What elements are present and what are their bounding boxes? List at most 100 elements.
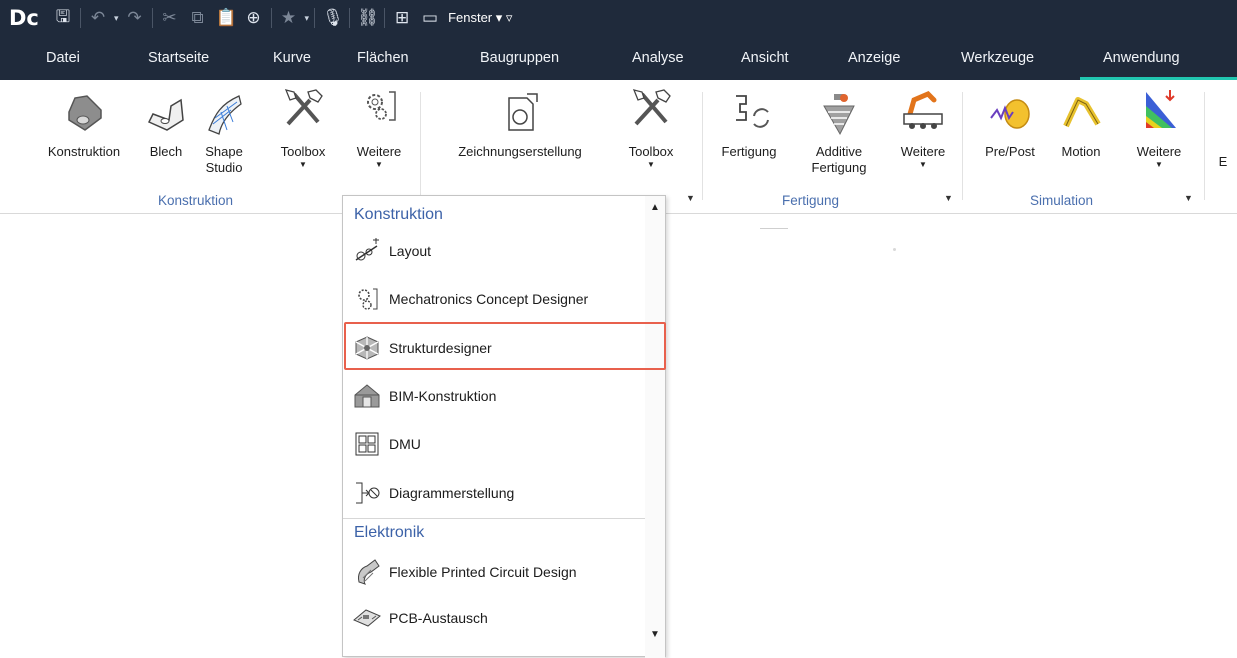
toolbox-drawing-dropdown-icon[interactable]: ▼ <box>620 160 682 170</box>
zeichnung-group-dropdown-icon[interactable]: ▼ <box>686 193 695 203</box>
dropdown-item-layout[interactable]: Layout <box>351 236 646 266</box>
copy-icon[interactable]: ⧉ <box>188 8 208 28</box>
toolbar-separator <box>314 8 316 28</box>
move-icon[interactable]: ⊕ <box>244 8 264 28</box>
prepost-icon <box>978 90 1042 144</box>
fullscreen-icon[interactable]: ▭ <box>420 8 440 28</box>
tab-analyse[interactable]: Analyse <box>632 29 684 73</box>
additive-manufacturing-icon <box>798 90 880 144</box>
window-icon[interactable]: ⊞ <box>392 8 412 28</box>
toolbar-separator <box>349 8 351 28</box>
redo-icon[interactable]: ↷ <box>125 8 145 28</box>
cut-off-button[interactable]: E <box>1216 154 1230 170</box>
toolbar-separator <box>80 8 81 28</box>
weitere-fertigung-dropdown-icon[interactable]: ▼ <box>892 160 954 170</box>
weitere-simulation-dropdown-icon[interactable]: ▼ <box>1128 160 1190 170</box>
tab-startseite[interactable]: Startseite <box>148 29 209 73</box>
dropdown-item-dmu[interactable]: DMU <box>351 429 646 459</box>
paste-icon[interactable]: 📋 <box>216 8 237 28</box>
robot-icon <box>892 86 954 144</box>
dropdown-divider <box>343 518 646 519</box>
tools-icon <box>620 86 682 144</box>
blech-button[interactable]: Blech <box>140 90 192 160</box>
toolbar-separator <box>151 8 153 28</box>
fertigung-group-dropdown-icon[interactable]: ▼ <box>944 193 953 203</box>
tab-anzeige[interactable]: Anzeige <box>848 29 900 73</box>
ribbon-separator <box>420 92 421 200</box>
diagrammerstellung-label: Diagrammerstellung <box>389 485 515 501</box>
pcb-label: PCB-Austausch <box>389 610 488 626</box>
dropdown-scrollbar[interactable]: ▲ ▼ <box>645 196 665 658</box>
dropdown-item-flexible-pcd[interactable]: Flexible Printed Circuit Design <box>351 557 646 587</box>
tab-flaechen[interactable]: Flächen <box>357 29 409 73</box>
part-icon <box>34 90 134 144</box>
bim-label: BIM-Konstruktion <box>389 388 497 404</box>
flex-circuit-icon <box>351 557 383 587</box>
blech-label: Blech <box>149 144 183 159</box>
app-logo: Dc <box>9 6 39 30</box>
zeichnungserstellung-label: Zeichnungserstellung <box>458 144 582 159</box>
shape-label: Shape <box>205 144 243 159</box>
motion-label: Motion <box>1061 144 1101 159</box>
favorite-dropdown-icon[interactable]: ▾ <box>305 13 310 24</box>
simulation-group-dropdown-icon[interactable]: ▼ <box>1184 193 1193 203</box>
microphone-icon[interactable]: 🎙 <box>322 8 344 28</box>
konstruktion-button[interactable]: Konstruktion <box>34 90 134 160</box>
additive-fertigung-button[interactable]: Additive Fertigung <box>798 90 880 176</box>
mechatronics-gear-icon <box>351 284 383 314</box>
tab-datei[interactable]: Datei <box>46 29 80 73</box>
additive-fertigung-label: Fertigung <box>811 160 867 175</box>
weitere-konstruktion-button[interactable]: Weitere ▼ <box>348 86 410 170</box>
toolbox-drawing-button[interactable]: Toolbox ▼ <box>620 86 682 170</box>
toolbox-dropdown-icon[interactable]: ▼ <box>272 160 334 170</box>
tab-kurve[interactable]: Kurve <box>273 29 311 73</box>
layout-label: Layout <box>389 243 432 259</box>
tab-baugruppen[interactable]: Baugruppen <box>480 29 559 73</box>
layout-icon <box>351 236 383 266</box>
toolbar-separator <box>384 8 386 28</box>
weitere-simulation-label: Weitere <box>1136 144 1182 159</box>
additive-label: Additive <box>815 144 863 159</box>
cut-off-label: E <box>1218 154 1228 169</box>
dropdown-item-mechatronics[interactable]: Mechatronics Concept Designer <box>351 284 646 314</box>
toolbox-button[interactable]: Toolbox ▼ <box>272 86 334 170</box>
scroll-up-icon[interactable]: ▲ <box>650 202 660 213</box>
group-label-fertigung: Fertigung <box>782 193 840 208</box>
weitere-simulation-button[interactable]: Weitere ▼ <box>1128 86 1190 170</box>
canvas-artifact <box>893 248 896 251</box>
motion-button[interactable]: Motion <box>1044 90 1118 160</box>
undo-dropdown-icon[interactable]: ▾ <box>114 13 119 24</box>
tab-werkzeuge[interactable]: Werkzeuge <box>961 29 1034 73</box>
link-icon[interactable]: ⛓ <box>357 8 379 28</box>
dropdown-item-pcb[interactable]: PCB-Austausch <box>351 603 646 633</box>
dropdown-item-bim[interactable]: BIM-Konstruktion <box>351 381 646 411</box>
studio-label: Studio <box>205 160 243 175</box>
ribbon-tabs: Datei Startseite Kurve Flächen Baugruppe… <box>0 36 1237 80</box>
drawing-icon <box>434 90 606 144</box>
prepost-label: Pre/Post <box>985 144 1035 159</box>
fertigung-button[interactable]: Fertigung <box>708 90 790 160</box>
weitere-dropdown-icon[interactable]: ▼ <box>348 160 410 170</box>
manufacturing-icon <box>708 90 790 144</box>
konstruktion-label: Konstruktion <box>47 144 121 159</box>
highlight-box <box>344 322 666 370</box>
diagram-icon <box>351 478 383 508</box>
undo-icon[interactable]: ↶ <box>88 8 108 28</box>
dropdown-category-konstruktion: Konstruktion <box>354 206 443 223</box>
toolbar-separator <box>270 8 272 28</box>
zeichnungserstellung-button[interactable]: Zeichnungserstellung <box>434 90 606 160</box>
window-menu[interactable]: Fenster ▾ ▿ <box>448 10 512 26</box>
tab-ansicht[interactable]: Ansicht <box>741 29 789 73</box>
dropdown-item-diagrammerstellung[interactable]: Diagrammerstellung <box>351 478 646 508</box>
scroll-down-icon[interactable]: ▼ <box>650 629 660 640</box>
toolbox-drawing-label: Toolbox <box>628 144 674 159</box>
weitere-fertigung-button[interactable]: Weitere ▼ <box>892 86 954 170</box>
tab-anwendung[interactable]: Anwendung <box>1103 29 1180 73</box>
ribbon-separator <box>1204 92 1205 200</box>
shape-studio-button[interactable]: Shape Studio <box>196 90 252 176</box>
cut-icon[interactable]: ✂ <box>160 8 180 28</box>
mechatronics-gear-icon <box>348 86 410 144</box>
favorite-icon[interactable]: ★ <box>279 8 299 28</box>
prepost-button[interactable]: Pre/Post <box>978 90 1042 160</box>
group-label-konstruktion: Konstruktion <box>158 193 234 208</box>
